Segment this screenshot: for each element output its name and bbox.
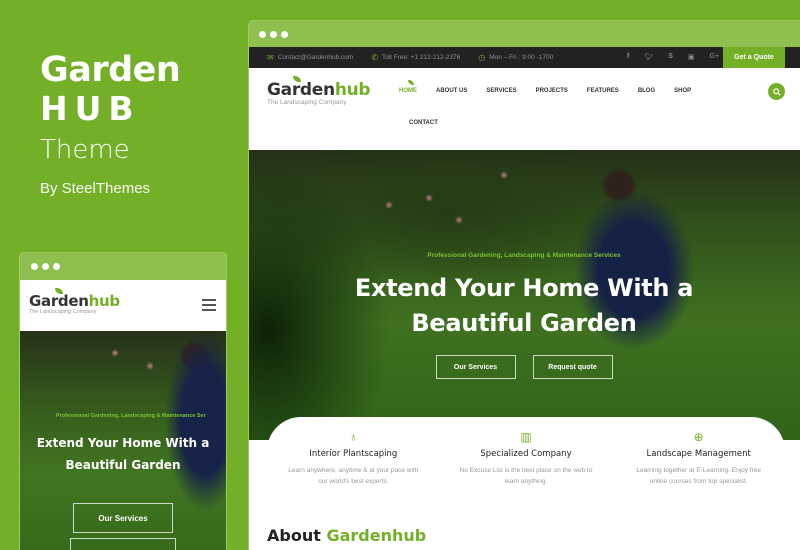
promo-text: Garden HUB Theme By SteelThemes bbox=[40, 50, 181, 197]
hero-title: Extend Your Home With a Beautiful Garden bbox=[36, 436, 210, 472]
feature-title: Interior Plantscaping bbox=[309, 449, 398, 459]
feature-title: Specialized Company bbox=[480, 449, 572, 459]
feature-title: Landscape Management bbox=[646, 449, 751, 459]
feature-card: ♁ Interior Plantscaping Learn anywhere, … bbox=[267, 417, 440, 497]
site-logo[interactable]: Gardenhub The Landscaping Company bbox=[267, 76, 371, 106]
globe-icon: ⊕ bbox=[693, 430, 704, 444]
window-dot-icon bbox=[42, 263, 49, 270]
book-icon: ▥ bbox=[520, 430, 532, 444]
nav-item-home[interactable]: HOME bbox=[399, 80, 417, 94]
site-header: Gardenhub The Landscaping Company HOME A… bbox=[249, 68, 800, 150]
our-services-button[interactable]: Our Services bbox=[435, 355, 516, 379]
mobile-browser-window: Gardenhub The Landscaping Company Profes… bbox=[19, 252, 227, 550]
window-titlebar bbox=[249, 21, 800, 47]
site-logo[interactable]: Gardenhub The Landscaping Company bbox=[29, 288, 120, 315]
window-dot-icon bbox=[281, 30, 288, 38]
nav-item-shop[interactable]: SHOP bbox=[674, 88, 691, 94]
google-plus-icon[interactable]: G+ bbox=[710, 53, 720, 61]
feature-desc: No Excuse List is the best place on the … bbox=[459, 467, 593, 485]
top-info-bar: ✉ Contact@Gardenhub.com ✆ Toll Free: +1 … bbox=[249, 47, 800, 68]
feature-card: ⊕ Landscape Management Learning together… bbox=[612, 417, 785, 497]
clock-icon: ◷ bbox=[478, 53, 486, 62]
our-services-button[interactable]: Our Services bbox=[73, 503, 173, 533]
twitter-icon[interactable]: 🐦︎ bbox=[644, 53, 653, 61]
hero-kicker: Professional Gardening, Landscaping & Ma… bbox=[56, 413, 206, 419]
hamburger-menu-icon[interactable] bbox=[202, 299, 216, 314]
nav-item-contact[interactable]: CONTACT bbox=[409, 120, 438, 126]
nav-item-blog[interactable]: BLOG bbox=[638, 88, 655, 94]
hours-text: Mon – Fri : 9:00 -1700 bbox=[489, 54, 554, 61]
hero-kicker: Professional Gardening, Landscaping & Ma… bbox=[427, 252, 621, 259]
window-dot-icon bbox=[53, 263, 60, 270]
mobile-hero: Professional Gardening, Landscaping & Ma… bbox=[20, 331, 226, 550]
promo-title-theme: Theme bbox=[40, 135, 130, 165]
feature-card: ▥ Specialized Company No Excuse List is … bbox=[440, 417, 613, 497]
envelope-icon: ✉ bbox=[267, 53, 274, 62]
logo-name-green: hub bbox=[334, 80, 371, 100]
desktop-browser-window: ✉ Contact@Gardenhub.com ✆ Toll Free: +1 … bbox=[248, 20, 800, 550]
hero-content: Professional Gardening, Landscaping & Ma… bbox=[20, 413, 226, 550]
request-quote-button[interactable]: Request quote bbox=[70, 538, 176, 550]
nav-item-about-us[interactable]: ABOUT US bbox=[436, 88, 467, 94]
nav-item-features[interactable]: FEATURES bbox=[587, 88, 619, 94]
plant-person-icon: ♁ bbox=[348, 430, 358, 444]
search-icon bbox=[772, 87, 781, 96]
nav-item-services[interactable]: SERVICES bbox=[486, 88, 516, 94]
search-button[interactable] bbox=[768, 83, 785, 100]
feature-desc: Learn anywhere, anytime & at your pace w… bbox=[288, 467, 419, 485]
promo-title-hub: HUB bbox=[40, 89, 141, 128]
hero-buttons: Our Services Request quote bbox=[249, 355, 799, 379]
mobile-header: Gardenhub The Landscaping Company bbox=[20, 280, 226, 331]
hero-content: Professional Gardening, Landscaping & Ma… bbox=[249, 252, 799, 379]
youtube-icon[interactable]: ▣ bbox=[688, 53, 695, 61]
email-contact[interactable]: ✉ Contact@Gardenhub.com bbox=[267, 53, 353, 62]
nav-item-projects[interactable]: PROJECTS bbox=[536, 88, 568, 94]
logo-name-dark: Garden bbox=[267, 80, 335, 100]
hero-banner: Professional Gardening, Landscaping & Ma… bbox=[249, 150, 800, 440]
window-dot-icon bbox=[31, 263, 38, 270]
features-strip: ♁ Interior Plantscaping Learn anywhere, … bbox=[267, 417, 785, 497]
window-dot-icon bbox=[259, 30, 266, 38]
facebook-icon[interactable]: f bbox=[627, 53, 629, 61]
phone-contact[interactable]: ✆ Toll Free: +1 212-212-2376 bbox=[371, 53, 460, 62]
phone-text: Toll Free: +1 212-212-2376 bbox=[382, 54, 461, 61]
promo-byline: By SteelThemes bbox=[40, 180, 151, 197]
window-dot-icon bbox=[270, 30, 277, 38]
hero-title: Extend Your Home With a Beautiful Garden bbox=[354, 274, 694, 337]
skype-icon[interactable]: S bbox=[668, 53, 673, 61]
promo-title-garden: Garden bbox=[40, 50, 181, 90]
phone-icon: ✆ bbox=[371, 53, 379, 62]
opening-hours: ◷ Mon – Fri : 9:00 -1700 bbox=[478, 53, 553, 62]
social-links: f 🐦︎ S ▣ G+ bbox=[627, 53, 719, 61]
email-text: Contact@Gardenhub.com bbox=[277, 54, 354, 61]
feature-desc: Learning together at E-Learning. Enjoy f… bbox=[636, 467, 762, 485]
request-quote-button[interactable]: Request quote bbox=[532, 355, 613, 379]
get-a-quote-button[interactable]: Get a Quote bbox=[723, 47, 785, 68]
main-nav: HOME ABOUT US SERVICES PROJECTS FEATURES… bbox=[399, 80, 710, 94]
about-heading: About Gardenhub bbox=[267, 526, 427, 545]
leaf-icon bbox=[408, 80, 414, 85]
logo-tagline: The Landscaping Company bbox=[267, 99, 347, 106]
window-titlebar bbox=[20, 253, 226, 280]
